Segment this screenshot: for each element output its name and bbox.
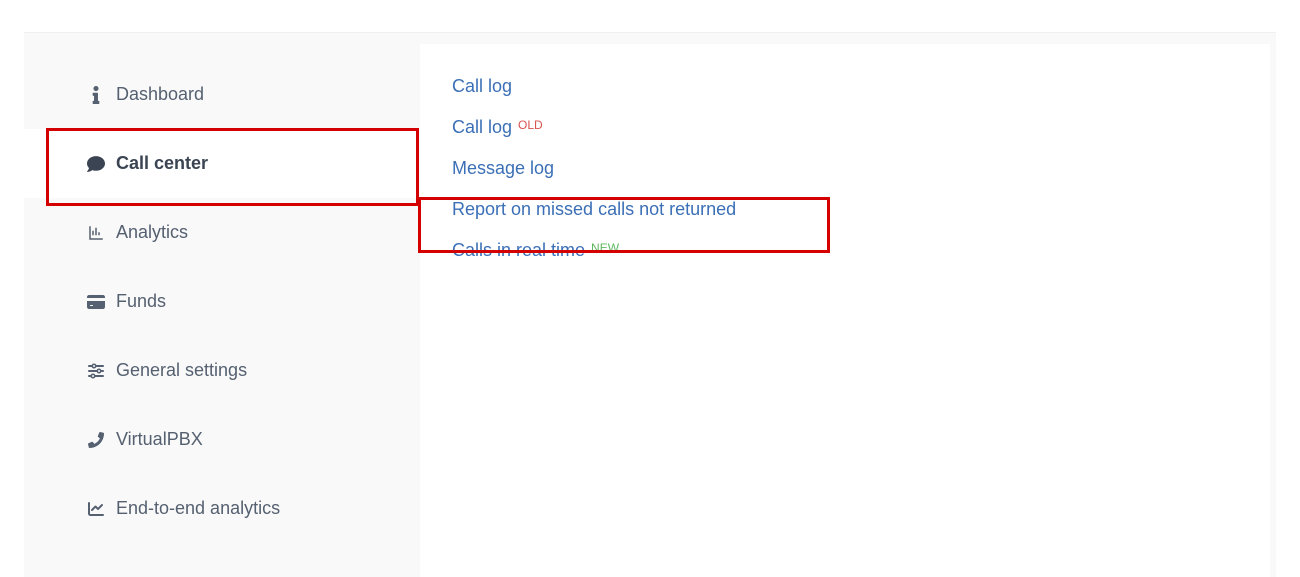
badge-new: NEW [591,241,619,255]
sidebar-item-label: Funds [116,291,166,312]
link-report-missed-calls[interactable]: Report on missed calls not returned [452,199,736,220]
content-panel: Call log Call log OLD Message log Report… [420,44,1270,577]
link-call-log-old[interactable]: Call log OLD [452,117,543,138]
sidebar-item-end-to-end-analytics[interactable]: End-to-end analytics [24,474,419,543]
bar-chart-icon [86,223,106,243]
link-calls-real-time[interactable]: Calls in real time NEW [452,240,619,261]
link-label: Call log [452,76,512,97]
link-label: Call log [452,117,512,138]
sidebar-item-label: Call center [116,153,208,174]
sidebar-item-label: General settings [116,360,247,381]
link-call-log[interactable]: Call log [452,76,512,97]
sidebar-item-label: VirtualPBX [116,429,203,450]
sliders-icon [86,361,106,381]
phone-icon [86,430,106,450]
sidebar-item-label: Analytics [116,222,188,243]
link-label: Report on missed calls not returned [452,199,736,220]
credit-card-icon [86,292,106,312]
sidebar-item-virtualpbx[interactable]: VirtualPBX [24,405,419,474]
link-message-log[interactable]: Message log [452,158,554,179]
sidebar-item-dashboard[interactable]: Dashboard [24,60,419,129]
sidebar-item-label: End-to-end analytics [116,498,280,519]
link-label: Message log [452,158,554,179]
badge-old: OLD [518,118,543,132]
comment-icon [86,154,106,174]
sidebar-item-funds[interactable]: Funds [24,267,419,336]
sidebar-item-label: Dashboard [116,84,204,105]
sidebar-item-general-settings[interactable]: General settings [24,336,419,405]
sidebar-item-call-center[interactable]: Call center [24,129,419,198]
link-label: Calls in real time [452,240,585,261]
sidebar: Dashboard Call center Analytics Funds Ge [24,32,419,543]
line-chart-icon [86,499,106,519]
sidebar-item-analytics[interactable]: Analytics [24,198,419,267]
info-icon [86,85,106,105]
link-list: Call log Call log OLD Message log Report… [452,76,1238,261]
